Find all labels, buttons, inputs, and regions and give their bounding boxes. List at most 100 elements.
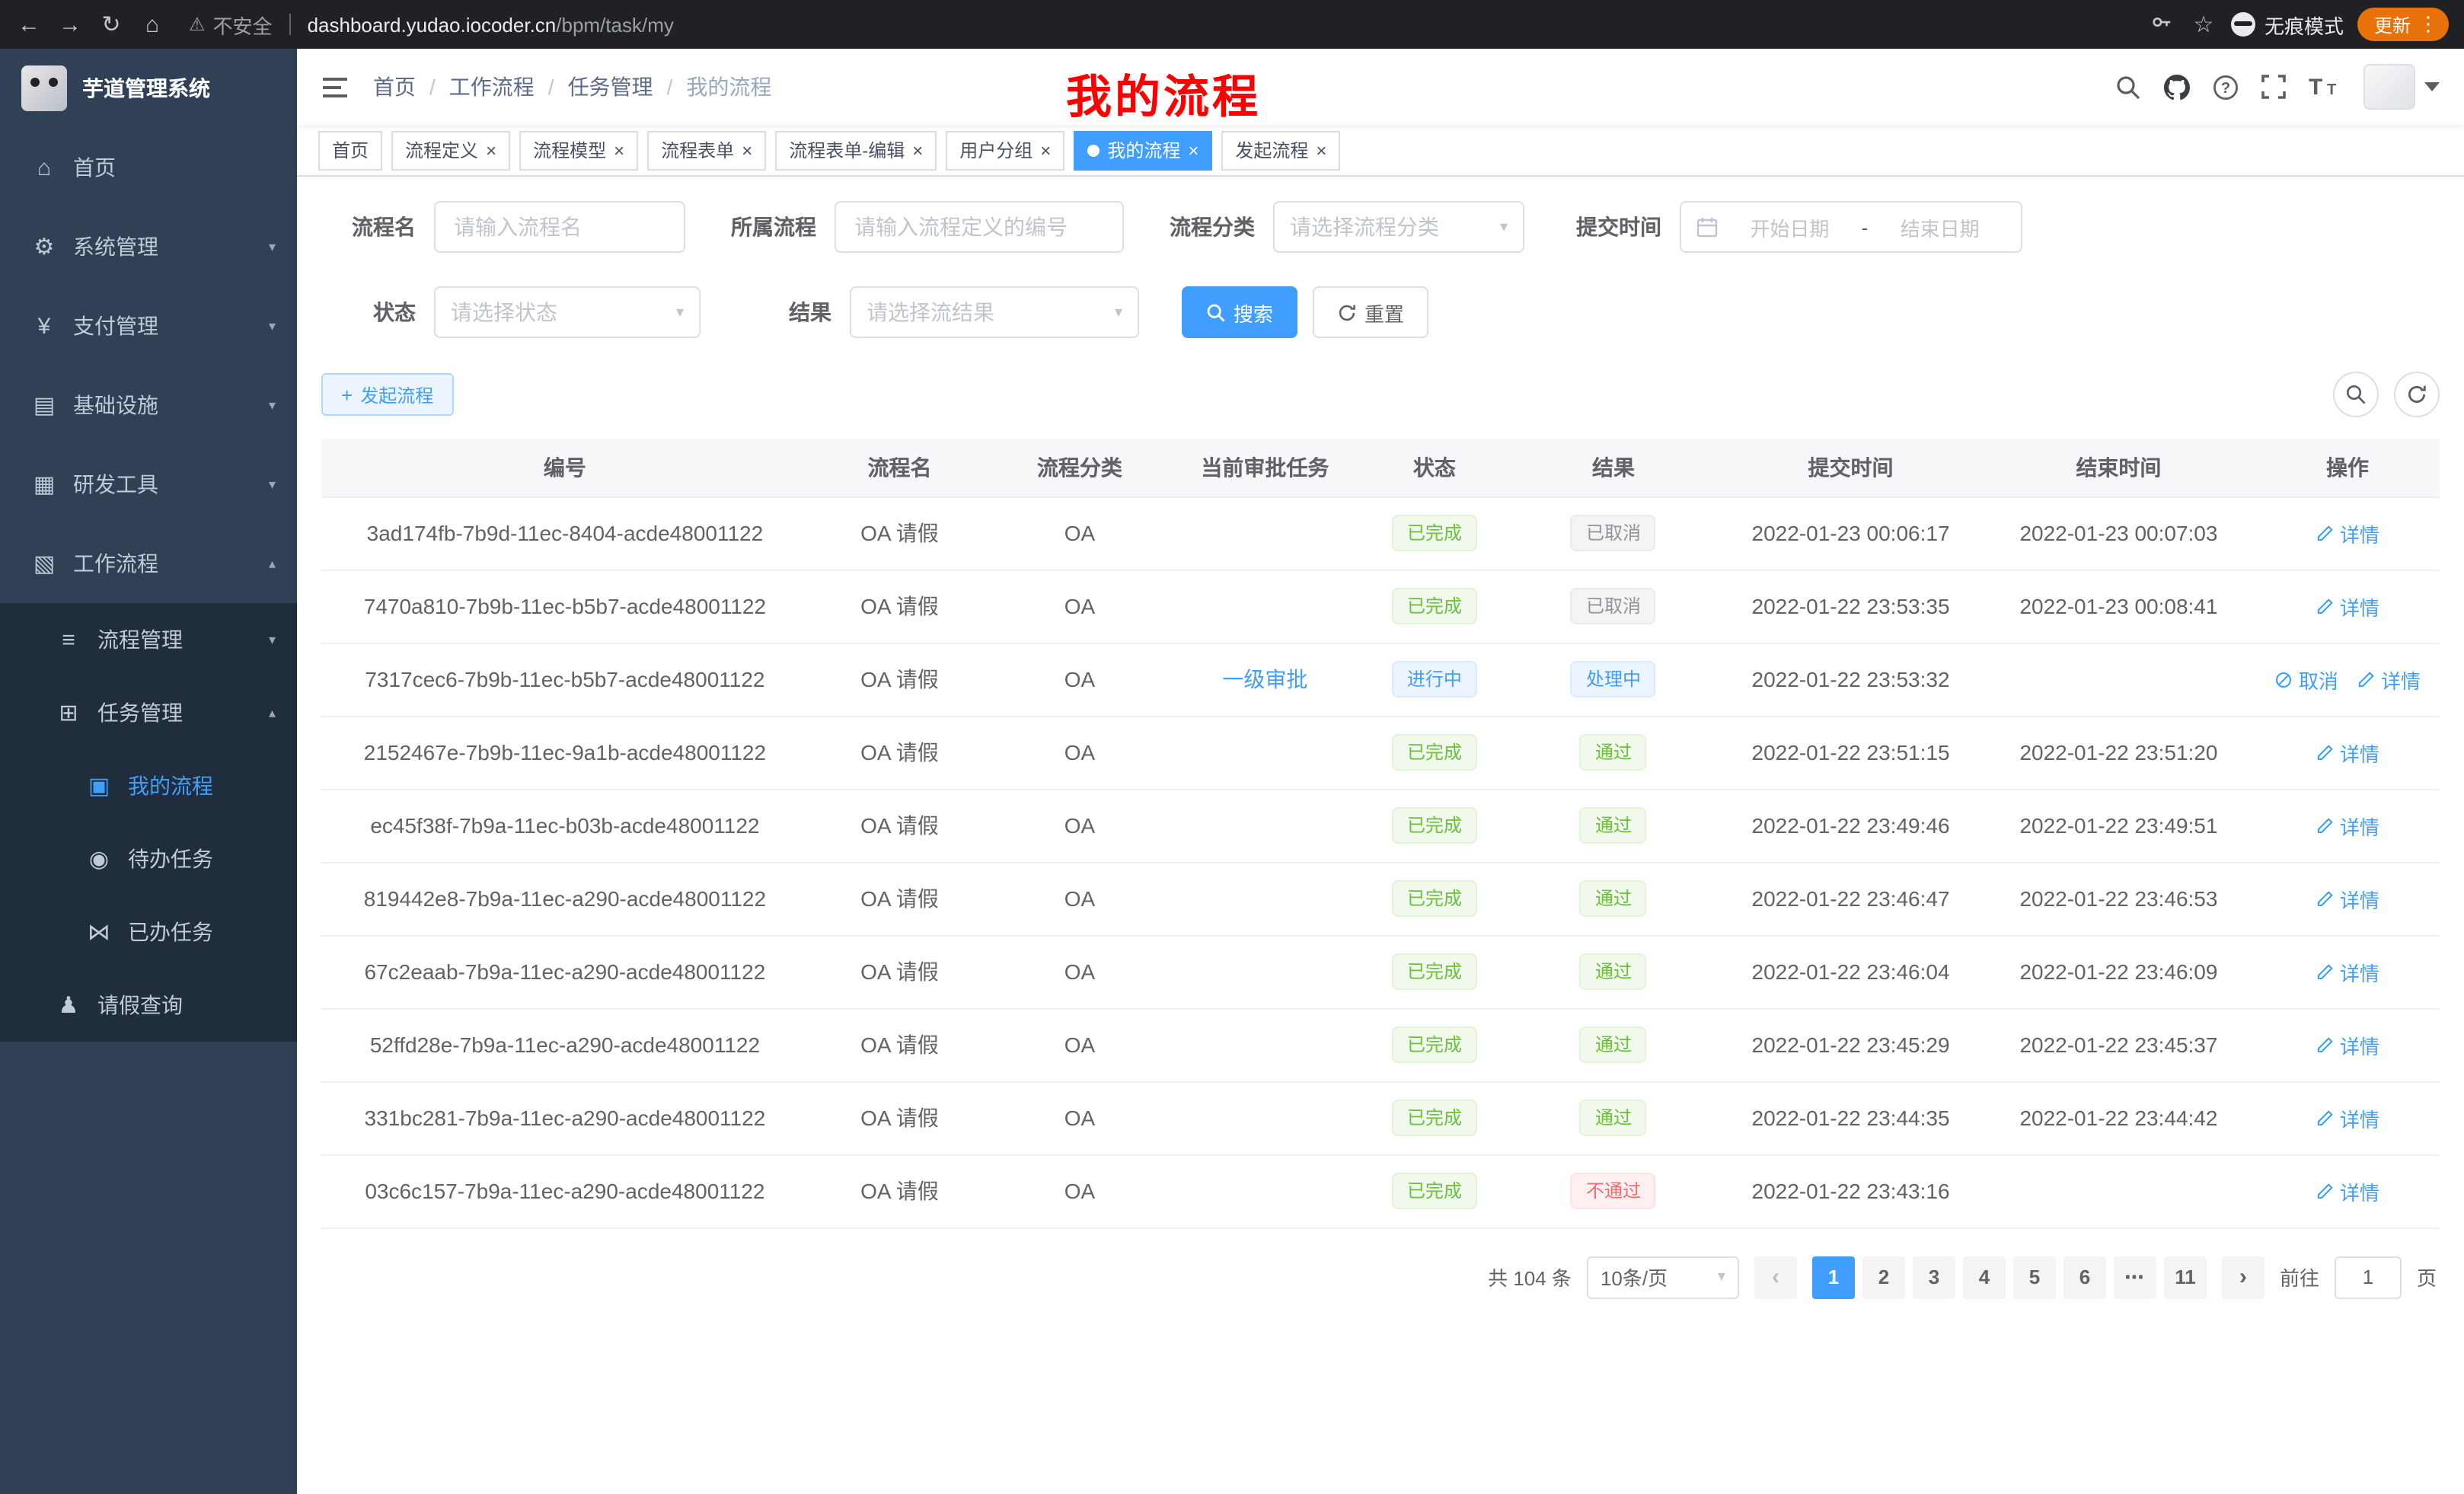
refresh-button[interactable] xyxy=(2394,372,2440,417)
cell-current-task xyxy=(1169,570,1361,643)
fullscreen-icon[interactable] xyxy=(2261,75,2286,99)
breadcrumb-task-mgmt[interactable]: 任务管理 xyxy=(568,72,653,102)
reset-button[interactable]: 重置 xyxy=(1313,286,1428,338)
sidebar-item-devtools[interactable]: 研发工具 ▾ xyxy=(0,445,297,524)
search-icon[interactable] xyxy=(2115,74,2141,100)
close-icon[interactable]: × xyxy=(486,141,496,159)
sidebar: 芋道管理系统 首页 系统管理 ▾ 支付管理 ▾ xyxy=(0,49,297,1494)
sidebar-item-task-mgmt[interactable]: 任务管理 ▴ xyxy=(0,676,297,749)
create-process-button[interactable]: + 发起流程 xyxy=(321,373,453,416)
badge-通过: 通过 xyxy=(1580,734,1647,771)
home-icon[interactable]: ⌂ xyxy=(139,11,166,37)
result-select[interactable]: 请选择流结果 ▾ xyxy=(850,286,1139,338)
tab-流程表单-编辑[interactable]: 流程表单-编辑× xyxy=(775,130,937,170)
badge-已完成: 已完成 xyxy=(1392,1100,1477,1136)
sidebar-item-todo-task[interactable]: 待办任务 xyxy=(0,822,297,895)
detail-link[interactable]: 详情 xyxy=(2357,665,2421,694)
next-page-button[interactable]: › xyxy=(2222,1256,2265,1298)
active-tab-dot xyxy=(1087,144,1100,156)
breadcrumb-workflow[interactable]: 工作流程 xyxy=(449,72,535,102)
row-actions: 详情 xyxy=(2261,519,2434,547)
tab-流程定义[interactable]: 流程定义× xyxy=(391,130,510,170)
sidebar-item-system[interactable]: 系统管理 ▾ xyxy=(0,207,297,286)
key-icon[interactable] xyxy=(2149,10,2176,39)
tab-发起流程[interactable]: 发起流程× xyxy=(1221,130,1340,170)
page-button-2[interactable]: 2 xyxy=(1862,1256,1905,1298)
column-header-结果: 结果 xyxy=(1508,439,1719,496)
forward-icon[interactable]: → xyxy=(56,11,84,37)
submit-time-range-picker[interactable]: 开始日期 - 结束日期 xyxy=(1680,201,2022,253)
sidebar-item-payment[interactable]: 支付管理 ▾ xyxy=(0,286,297,366)
close-icon[interactable]: × xyxy=(1188,141,1198,159)
cell-current-task xyxy=(1169,1081,1361,1154)
detail-link[interactable]: 详情 xyxy=(2316,1176,2379,1205)
tab-流程表单[interactable]: 流程表单× xyxy=(647,130,766,170)
reload-icon[interactable]: ↻ xyxy=(97,11,125,38)
divider xyxy=(289,14,291,35)
cancel-link[interactable]: 取消 xyxy=(2274,665,2338,694)
cell-process-name: OA 请假 xyxy=(809,496,991,570)
tab-流程模型[interactable]: 流程模型× xyxy=(519,130,638,170)
cell-process-name: OA 请假 xyxy=(809,935,991,1008)
prev-page-button[interactable]: ‹ xyxy=(1754,1256,1797,1298)
detail-link[interactable]: 详情 xyxy=(2316,738,2379,767)
close-icon[interactable]: × xyxy=(1040,141,1051,159)
page-button-1[interactable]: 1 xyxy=(1812,1256,1855,1298)
sidebar-item-label: 已办任务 xyxy=(128,917,213,947)
close-icon[interactable]: × xyxy=(1316,141,1326,159)
detail-link[interactable]: 详情 xyxy=(2316,1030,2379,1059)
status-select[interactable]: 请选择状态 ▾ xyxy=(434,286,701,338)
tab-用户分组[interactable]: 用户分组× xyxy=(946,130,1064,170)
cell-submit-time: 2022-01-22 23:43:16 xyxy=(1719,1154,1982,1227)
close-icon[interactable]: × xyxy=(742,141,752,159)
category-label: 流程分类 xyxy=(1167,212,1255,242)
tab-我的流程[interactable]: 我的流程× xyxy=(1074,130,1212,170)
detail-link[interactable]: 详情 xyxy=(2316,811,2379,840)
workflow-icon xyxy=(30,550,58,577)
close-icon[interactable]: × xyxy=(614,141,624,159)
create-process-label: 发起流程 xyxy=(360,381,433,407)
detail-link[interactable]: 详情 xyxy=(2316,1103,2379,1132)
result-placeholder: 请选择流结果 xyxy=(867,297,994,327)
user-avatar[interactable] xyxy=(2363,64,2440,110)
category-select[interactable]: 请选择流程分类 ▾ xyxy=(1273,201,1524,253)
browser-update-button[interactable]: 更新 ⋮ xyxy=(2357,8,2449,41)
page-size-select[interactable]: 10条/页 ▾ xyxy=(1587,1256,1739,1298)
sidebar-item-workflow[interactable]: 工作流程 ▴ xyxy=(0,524,297,603)
search-toggle-button[interactable] xyxy=(2333,372,2379,417)
detail-link[interactable]: 详情 xyxy=(2316,957,2379,986)
jump-page-input[interactable] xyxy=(2335,1256,2402,1298)
sidebar-item-infrastructure[interactable]: 基础设施 ▾ xyxy=(0,366,297,445)
sidebar-item-home[interactable]: 首页 xyxy=(0,128,297,207)
search-button[interactable]: 搜索 xyxy=(1182,286,1297,338)
address-bar[interactable]: dashboard.yudao.iocoder.cn/bpm/task/my xyxy=(308,13,674,36)
sidebar-item-process-mgmt[interactable]: 流程管理 ▾ xyxy=(0,603,297,676)
page-button-6[interactable]: 6 xyxy=(2063,1256,2106,1298)
back-icon[interactable]: ← xyxy=(15,11,43,37)
hamburger-icon[interactable] xyxy=(321,75,349,98)
github-icon[interactable] xyxy=(2164,74,2190,100)
close-icon[interactable]: × xyxy=(912,141,923,159)
detail-link[interactable]: 详情 xyxy=(2316,592,2379,621)
sidebar-item-done-task[interactable]: 已办任务 xyxy=(0,895,297,969)
security-indicator[interactable]: ⚠ 不安全 xyxy=(189,10,273,39)
sidebar-item-my-process[interactable]: 我的流程 xyxy=(0,749,297,822)
detail-link[interactable]: 详情 xyxy=(2316,884,2379,913)
sidebar-item-leave-query[interactable]: 请假查询 xyxy=(0,969,297,1042)
font-size-icon[interactable]: TT xyxy=(2309,75,2341,99)
help-icon[interactable]: ? xyxy=(2213,74,2239,100)
page-button-3[interactable]: 3 xyxy=(1913,1256,1955,1298)
pager-ellipsis[interactable]: ⋯ xyxy=(2114,1256,2156,1298)
menu-dots-icon[interactable]: ⋮ xyxy=(2418,12,2438,37)
detail-link[interactable]: 详情 xyxy=(2316,519,2379,547)
page-button-11[interactable]: 11 xyxy=(2164,1256,2207,1298)
filter-process-name: 流程名 xyxy=(321,201,685,253)
tab-首页[interactable]: 首页 xyxy=(318,130,382,170)
page-button-5[interactable]: 5 xyxy=(2013,1256,2056,1298)
process-name-input[interactable] xyxy=(434,201,685,253)
breadcrumb-home[interactable]: 首页 xyxy=(373,72,416,102)
current-task-link[interactable]: 一级审批 xyxy=(1222,667,1307,691)
bookmark-star-icon[interactable]: ☆ xyxy=(2190,11,2217,38)
parent-process-input[interactable] xyxy=(835,201,1124,253)
page-button-4[interactable]: 4 xyxy=(1963,1256,2006,1298)
